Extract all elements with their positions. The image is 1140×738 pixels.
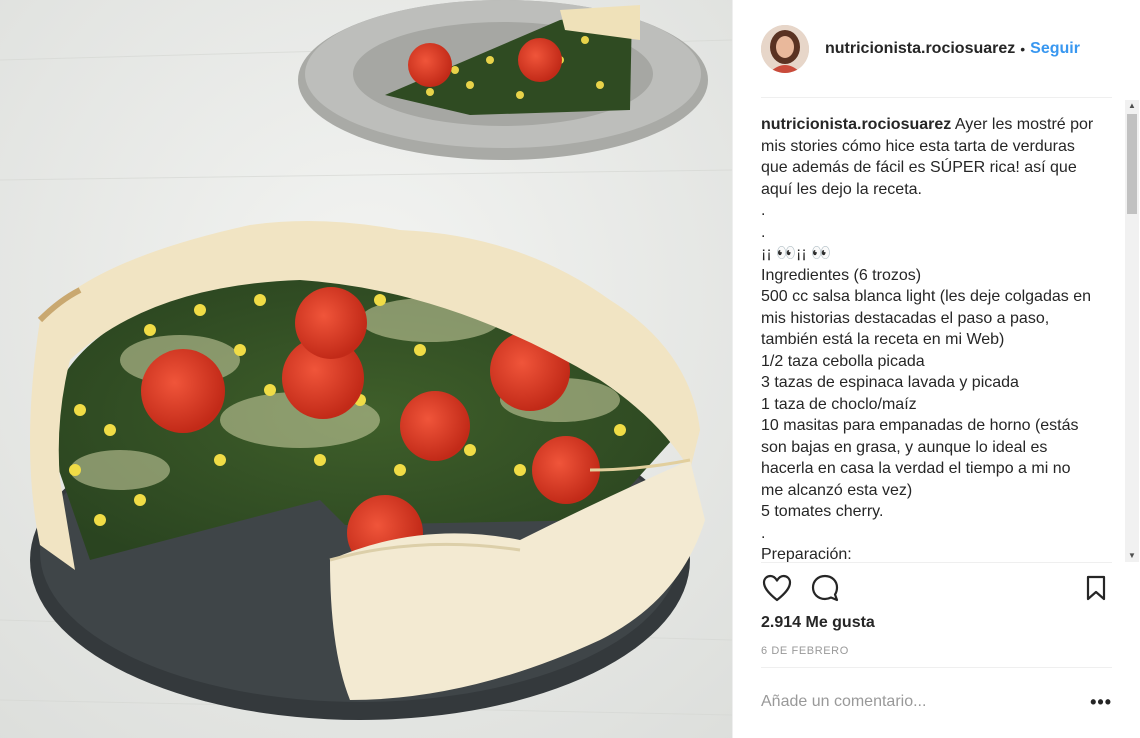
caption-scrollbar[interactable]: ▲ ▼ [1125,100,1139,562]
action-bar [761,570,1112,606]
caption-area[interactable]: nutricionista.rociosuarez Ayer les mostr… [761,114,1097,562]
divider [761,97,1112,98]
bookmark-icon [1086,575,1106,601]
separator-dot: • [1020,41,1026,57]
scroll-up-arrow-icon[interactable]: ▲ [1125,100,1139,112]
username-link[interactable]: nutricionista.rociosuarez [825,40,1015,58]
heart-icon [762,574,792,602]
avatar[interactable] [761,25,809,73]
caption-username[interactable]: nutricionista.rociosuarez [761,116,951,133]
divider [761,667,1112,668]
scroll-thumb[interactable] [1127,114,1137,214]
follow-button[interactable]: Seguir [1030,40,1080,58]
divider [761,562,1112,563]
post-date[interactable]: 6 de febrero [761,645,849,657]
comment-row: ••• [761,684,1112,720]
post-panel: nutricionista.rociosuarez • Seguir nutri… [732,0,1140,738]
tart-photo [0,0,732,738]
scroll-down-arrow-icon[interactable]: ▼ [1125,550,1139,562]
comment-button[interactable] [809,572,841,604]
comment-bubble-icon [811,574,839,602]
post-header: nutricionista.rociosuarez • Seguir [761,24,1112,74]
comment-input[interactable] [761,693,1091,711]
caption-text: nutricionista.rociosuarez Ayer les mostr… [761,114,1097,562]
likes-count[interactable]: 2.914 Me gusta [761,614,875,632]
post-image[interactable] [0,0,732,738]
more-options-icon[interactable]: ••• [1090,692,1112,713]
caption-body: Ayer les mostré por mis stories cómo hic… [761,116,1094,562]
save-button[interactable] [1080,572,1112,604]
like-button[interactable] [761,572,793,604]
